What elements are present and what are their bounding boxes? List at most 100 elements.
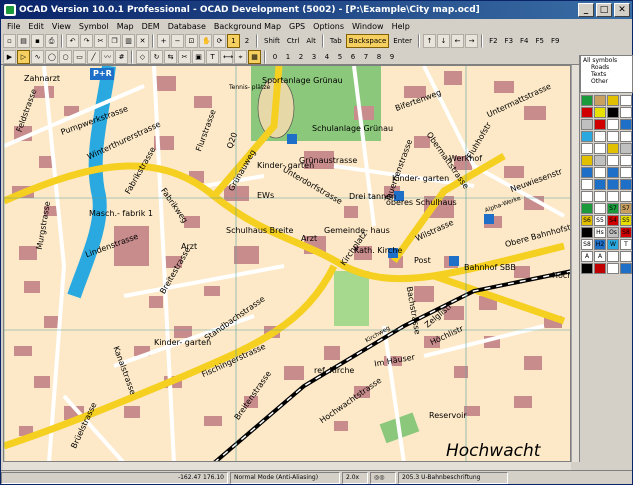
digit-1-button[interactable]: 1 [282,50,294,64]
symbol-swatch[interactable] [594,143,606,154]
curve-mode-icon[interactable]: ∿ [31,49,44,64]
digit-7-button[interactable]: 7 [360,50,372,64]
fill-icon[interactable]: ▣ [192,49,205,64]
menu-dem[interactable]: DEM [138,22,164,31]
alt-key-button[interactable]: Alt [303,34,318,48]
print-icon[interactable]: ⎙ [45,34,58,48]
digit-3-button[interactable]: 3 [308,50,320,64]
grid-icon[interactable]: ▦ [248,49,261,64]
symbol-swatch[interactable] [594,119,606,130]
snap-icon[interactable]: ⌖ [234,49,247,64]
filter-texts[interactable]: Texts [583,71,630,78]
cut-icon[interactable]: ✂ [94,34,107,48]
delete-icon[interactable]: ✕ [136,34,149,48]
symbol-swatch[interactable] [581,155,593,166]
menu-window[interactable]: Window [348,22,388,31]
symbol-swatch[interactable]: A [594,251,606,262]
rotate-icon[interactable]: ↻ [150,49,163,64]
symbol-swatch[interactable]: S8 [620,227,632,238]
digit-4-button[interactable]: 4 [321,50,333,64]
symbol-swatch[interactable]: H2 [594,239,606,250]
digit-8-button[interactable]: 8 [373,50,385,64]
straight-line-icon[interactable]: ╱ [87,49,100,64]
symbol-swatch[interactable] [594,131,606,142]
zoom-out-icon[interactable]: − [171,34,184,48]
symbol-swatch[interactable] [607,131,619,142]
symbol-swatch[interactable]: S7 [581,227,593,238]
reshape-icon[interactable]: ◇ [136,49,149,64]
minimize-button[interactable]: _ [578,3,594,17]
f3-key-button[interactable]: F3 [502,34,516,48]
ctrl-key-button[interactable]: Ctrl [284,34,302,48]
symbol-swatch[interactable]: S5 [594,215,606,226]
symbol-swatch[interactable] [594,191,606,202]
undo-icon[interactable]: ↶ [66,34,79,48]
symbol-swatch[interactable] [581,119,593,130]
zoom-fit-icon[interactable]: ⊡ [185,34,198,48]
symbol-swatch[interactable]: S7 [620,203,632,214]
circle-mode-icon[interactable]: ○ [59,49,72,64]
f5-key-button[interactable]: F5 [533,34,547,48]
symbol-swatch[interactable] [607,95,619,106]
freehand-icon[interactable]: 〰 [101,49,114,64]
symbol-swatch[interactable] [620,155,632,166]
enter-key-button[interactable]: Enter [390,34,415,48]
symbol-swatch[interactable] [594,167,606,178]
symbol-swatch[interactable] [607,179,619,190]
symbol-swatch[interactable] [620,131,632,142]
symbol-swatch[interactable] [620,179,632,190]
close-button[interactable]: ✕ [614,3,630,17]
symbol-swatch[interactable] [620,95,632,106]
symbol-swatch[interactable] [620,143,632,154]
text-tool-icon[interactable]: T [206,49,219,64]
cut-object-icon[interactable]: ✂ [178,49,191,64]
symbol-swatch[interactable] [581,263,593,274]
menu-help[interactable]: Help [388,22,414,31]
symbol-swatch[interactable] [594,179,606,190]
symbol-swatch[interactable]: S6 [581,215,593,226]
symbol-swatch[interactable] [581,191,593,202]
symbol-swatch[interactable]: S8 [581,239,593,250]
layer-1-button[interactable]: 1 [227,34,240,48]
symbol-swatch[interactable]: Os [607,227,619,238]
refresh-icon[interactable]: ⟳ [213,34,226,48]
symbol-swatch[interactable] [607,155,619,166]
arrow-up-icon[interactable]: ↑ [423,34,437,48]
f2-key-button[interactable]: F2 [486,34,500,48]
symbol-swatch[interactable] [620,167,632,178]
symbol-swatch[interactable]: W [607,239,619,250]
menu-symbol[interactable]: Symbol [75,22,113,31]
symbol-swatch[interactable] [620,119,632,130]
symbol-swatch[interactable] [607,167,619,178]
symbol-swatch[interactable] [594,95,606,106]
symbol-swatch[interactable] [620,263,632,274]
filter-roads[interactable]: Roads [583,64,630,71]
digit-0-button[interactable]: 0 [269,50,281,64]
f9-key-button[interactable]: F9 [548,34,562,48]
vertical-scrollbar[interactable] [571,65,579,462]
digit-5-button[interactable]: 5 [334,50,346,64]
menu-gps[interactable]: GPS [285,22,309,31]
symbol-swatch[interactable] [594,203,606,214]
symbol-swatch[interactable] [607,107,619,118]
symbol-swatch[interactable] [620,251,632,262]
arrow-down-icon[interactable]: ↓ [437,34,451,48]
backspace-key-button[interactable]: Backspace [345,34,390,48]
symbol-swatch[interactable]: T [620,239,632,250]
measure-icon[interactable]: ⟷ [220,49,233,64]
maximize-button[interactable]: □ [596,3,612,17]
menu-options[interactable]: Options [309,22,348,31]
symbol-swatch[interactable] [581,203,593,214]
menu-database[interactable]: Database [164,22,210,31]
hand-pan-icon[interactable]: ✋ [199,34,212,48]
redo-icon[interactable]: ↷ [80,34,93,48]
menu-file[interactable]: File [3,22,24,31]
menu-background-map[interactable]: Background Map [210,22,285,31]
digit-6-button[interactable]: 6 [347,50,359,64]
menu-map[interactable]: Map [113,22,138,31]
symbol-swatch[interactable] [581,107,593,118]
rectangle-mode-icon[interactable]: ▭ [73,49,86,64]
f4-key-button[interactable]: F4 [517,34,531,48]
symbol-filter-tree[interactable]: All symbols Roads Texts Other [580,55,633,93]
tab-key-button[interactable]: Tab [327,34,345,48]
